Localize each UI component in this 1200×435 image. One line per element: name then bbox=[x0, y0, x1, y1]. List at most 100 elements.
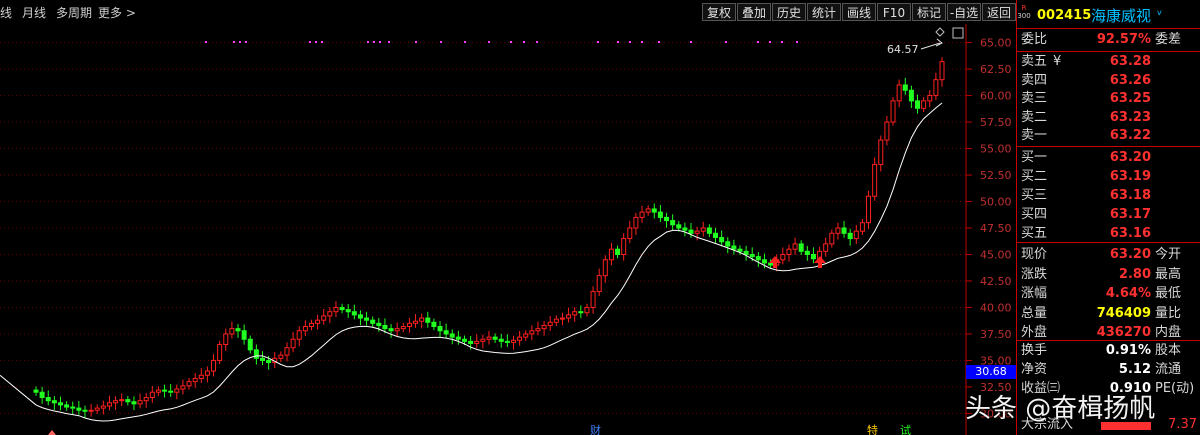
stat-row-value: 4.64% bbox=[1105, 286, 1151, 301]
stat-row: 总量 746409 量比 bbox=[1017, 305, 1200, 323]
mark-button[interactable]: 标记 bbox=[912, 3, 946, 21]
market-index: 300 bbox=[1017, 12, 1031, 20]
candle-body bbox=[125, 399, 131, 403]
candle-body bbox=[39, 391, 45, 399]
quote-panel: R 300 002415 海康威视 v 委比 92.57% 委差 卖五 ¥63.2… bbox=[1016, 0, 1200, 435]
candle-body bbox=[57, 402, 63, 406]
period-month-tab[interactable]: 月线 bbox=[22, 4, 46, 21]
candle-body bbox=[468, 340, 474, 344]
bid-row-value: 63.19 bbox=[1109, 169, 1151, 184]
moving-average-line bbox=[35, 102, 943, 422]
stat-row-value: 746409 bbox=[1096, 305, 1151, 321]
signal-dot bbox=[641, 41, 643, 43]
signal-dot bbox=[690, 41, 692, 43]
divider bbox=[1017, 340, 1200, 341]
divider bbox=[1017, 146, 1200, 147]
ask-row-label: 卖五 bbox=[1021, 54, 1048, 69]
candle-body bbox=[290, 338, 296, 349]
more-menu[interactable]: 更多 > bbox=[98, 4, 136, 21]
candle-body bbox=[339, 306, 345, 311]
candle-body bbox=[755, 256, 761, 261]
candle-body bbox=[51, 400, 57, 404]
ask-row-label: 卖四 bbox=[1021, 72, 1048, 88]
ask-row-value: 63.23 bbox=[1109, 109, 1151, 125]
statistics-button[interactable]: 统计 bbox=[807, 3, 841, 21]
bid-row-label: 买三 bbox=[1021, 188, 1048, 203]
y-tick-label: 50.00 bbox=[980, 196, 1012, 209]
candle-body bbox=[608, 248, 614, 261]
candle-body bbox=[168, 390, 174, 393]
candle-body bbox=[529, 330, 535, 335]
signal-dot bbox=[510, 41, 512, 43]
ask-row-label: 卖二 bbox=[1021, 109, 1048, 125]
bid-row-value: 63.20 bbox=[1109, 150, 1151, 165]
candle-body bbox=[492, 336, 498, 340]
candle-body bbox=[645, 208, 651, 213]
stock-name: 海康威视 bbox=[1091, 7, 1152, 25]
candle-body bbox=[804, 250, 810, 255]
candle-body bbox=[792, 243, 798, 250]
bid-row-label: 买五 bbox=[1021, 226, 1048, 241]
candle-body bbox=[639, 211, 645, 218]
y-tick-label: 47.50 bbox=[980, 222, 1012, 235]
remove-favorite-button[interactable]: -自选 bbox=[947, 3, 981, 21]
signal-dot bbox=[617, 41, 619, 43]
candle-body bbox=[676, 224, 682, 229]
candle-body bbox=[798, 243, 804, 252]
candle-body bbox=[247, 338, 253, 351]
stock-code: 002415 bbox=[1037, 8, 1092, 23]
bid-row-value: 63.16 bbox=[1109, 226, 1151, 241]
candle-body bbox=[480, 338, 486, 342]
adjust-button[interactable]: 复权 bbox=[702, 3, 736, 21]
moving-average-tail bbox=[0, 374, 37, 406]
draw-line-button[interactable]: 画线 bbox=[842, 3, 876, 21]
multi-period-tab[interactable]: 多周期 bbox=[56, 4, 92, 21]
candle-body bbox=[890, 100, 896, 123]
window-toggle-icon bbox=[952, 27, 964, 39]
y-tick-label: 37.50 bbox=[980, 328, 1012, 341]
chevron-down-icon[interactable]: v bbox=[1157, 4, 1162, 22]
candle-body bbox=[841, 227, 847, 234]
fund-row-value: 0.91% bbox=[1105, 343, 1151, 358]
history-button[interactable]: 历史 bbox=[772, 3, 806, 21]
candle-body bbox=[345, 309, 351, 313]
overlay-button[interactable]: 叠加 bbox=[737, 3, 771, 21]
fund-row-label2: 流通 bbox=[1155, 362, 1182, 377]
candle-body bbox=[321, 315, 327, 321]
candle-body bbox=[584, 306, 590, 314]
bid-row: 买五 63.16 bbox=[1017, 225, 1200, 243]
candle-body bbox=[553, 318, 559, 323]
candle-body bbox=[596, 275, 602, 293]
candle-body bbox=[82, 409, 88, 412]
candle-body bbox=[198, 374, 204, 379]
signal-dot bbox=[205, 41, 207, 43]
candle-body bbox=[572, 311, 578, 316]
ask-row: 卖一 63.22 bbox=[1017, 127, 1200, 145]
candle-body bbox=[278, 354, 284, 359]
f10-button[interactable]: F10 bbox=[877, 3, 911, 21]
candle-body bbox=[388, 328, 394, 332]
event-marker: 特 bbox=[867, 423, 878, 435]
period-day-tab[interactable]: 线 bbox=[0, 4, 12, 21]
candle-body bbox=[113, 400, 119, 404]
candle-body bbox=[180, 385, 186, 390]
signal-dot bbox=[523, 41, 525, 43]
watermark: 头条 @奋楫扬帆 bbox=[965, 394, 1156, 424]
back-button[interactable]: 返回 bbox=[982, 3, 1016, 21]
signal-dot bbox=[367, 41, 369, 43]
ask-row-label: 卖三 bbox=[1021, 91, 1048, 107]
candle-body bbox=[713, 232, 718, 239]
y-tick-label: 60.00 bbox=[980, 90, 1012, 103]
candlestick-chart[interactable]: 65.00 62.50 60.00 57.50 55.00 52.50 50.00 47.50… bbox=[0, 24, 1016, 435]
candle-body bbox=[260, 357, 265, 361]
y-tick-label: 65.00 bbox=[980, 37, 1012, 50]
candle-body bbox=[455, 336, 461, 340]
fund-row: 净资 5.12 流通 bbox=[1017, 361, 1200, 379]
candle-body bbox=[749, 253, 755, 258]
candle-body bbox=[425, 317, 431, 323]
signal-dot bbox=[440, 41, 442, 43]
candle-body bbox=[535, 328, 541, 332]
stat-row-label: 现价 bbox=[1021, 247, 1048, 262]
candle-body bbox=[119, 399, 125, 402]
candle-body bbox=[602, 259, 608, 277]
